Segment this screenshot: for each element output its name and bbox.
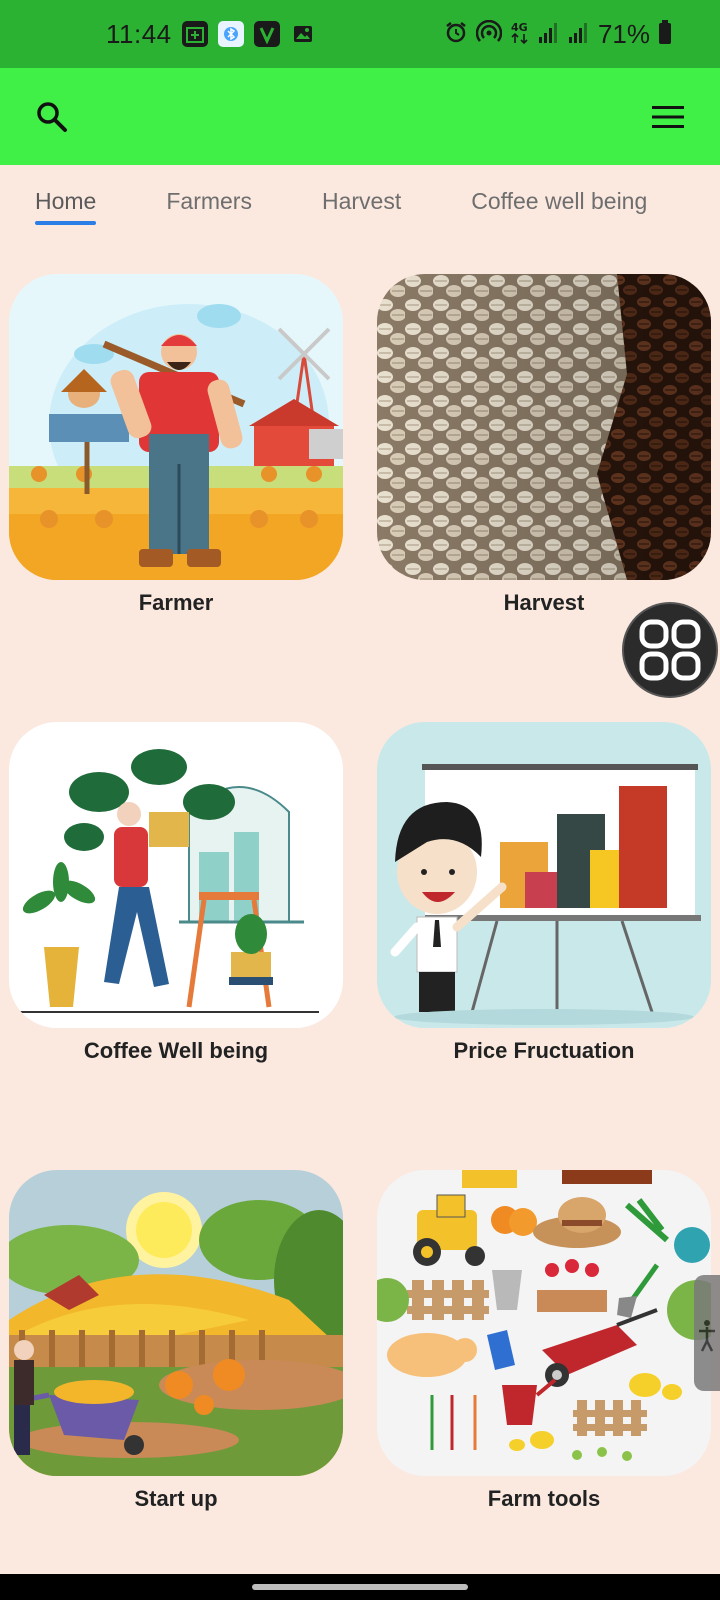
card-label: Price Fructuation [453, 1038, 635, 1063]
status-bar: 11:44 4G 71% [0, 0, 720, 68]
grid-icon [639, 619, 701, 681]
tab-harvest[interactable]: Harvest [322, 176, 401, 225]
tab-farmers[interactable]: Farmers [166, 176, 252, 225]
signal-icon [538, 20, 560, 49]
tab-home[interactable]: Home [35, 176, 97, 225]
accessibility-icon [699, 1320, 715, 1352]
status-right: 4G 71% [444, 19, 672, 50]
farmer-image [9, 274, 343, 580]
menu-icon[interactable] [648, 97, 688, 137]
4g-icon: 4G [510, 19, 530, 50]
tab-bar: Home Farmers Harvest Coffee well being [0, 165, 720, 235]
edge-panel-handle[interactable] [694, 1275, 720, 1391]
signal-icon [568, 20, 590, 49]
card-label: Farm tools [487, 1486, 601, 1511]
farm-landscape-image [9, 1170, 343, 1476]
app-bar [0, 68, 720, 165]
card-coffee-well-being[interactable]: Coffee Well being [9, 722, 343, 1064]
card-label: Farmer [138, 590, 214, 615]
status-time: 11:44 [106, 18, 172, 49]
navigation-bar [0, 1574, 720, 1600]
card-label: Start up [134, 1486, 218, 1511]
card-harvest[interactable]: Harvest [377, 274, 711, 616]
tab-coffee-well-being[interactable]: Coffee well being [471, 176, 647, 225]
card-farm-tools[interactable]: Farm tools [377, 1170, 711, 1512]
bluetooth-app-icon [217, 21, 244, 47]
battery-percentage: 71% [597, 18, 650, 49]
alarm-icon [444, 20, 468, 49]
home-gesture-handle[interactable] [252, 1584, 468, 1590]
battery-icon [658, 19, 672, 50]
plants-image [9, 722, 343, 1028]
card-farmer[interactable]: Farmer [9, 274, 343, 616]
calendar-icon [181, 21, 208, 47]
coffee-beans-image [377, 274, 711, 580]
farm-tools-image [377, 1170, 711, 1476]
hotspot-icon [475, 19, 503, 49]
status-left: 11:44 [106, 19, 316, 50]
svg-text:4G: 4G [511, 21, 528, 34]
card-start-up[interactable]: Start up [9, 1170, 343, 1512]
presenter-chart-image [377, 722, 711, 1028]
v-app-icon [253, 21, 280, 47]
card-price-fructuation[interactable]: Price Fructuation [377, 722, 711, 1064]
gallery-icon [290, 21, 316, 47]
search-icon[interactable] [32, 97, 72, 137]
floating-apps-button[interactable] [622, 602, 718, 698]
card-label: Coffee Well being [83, 1038, 269, 1063]
